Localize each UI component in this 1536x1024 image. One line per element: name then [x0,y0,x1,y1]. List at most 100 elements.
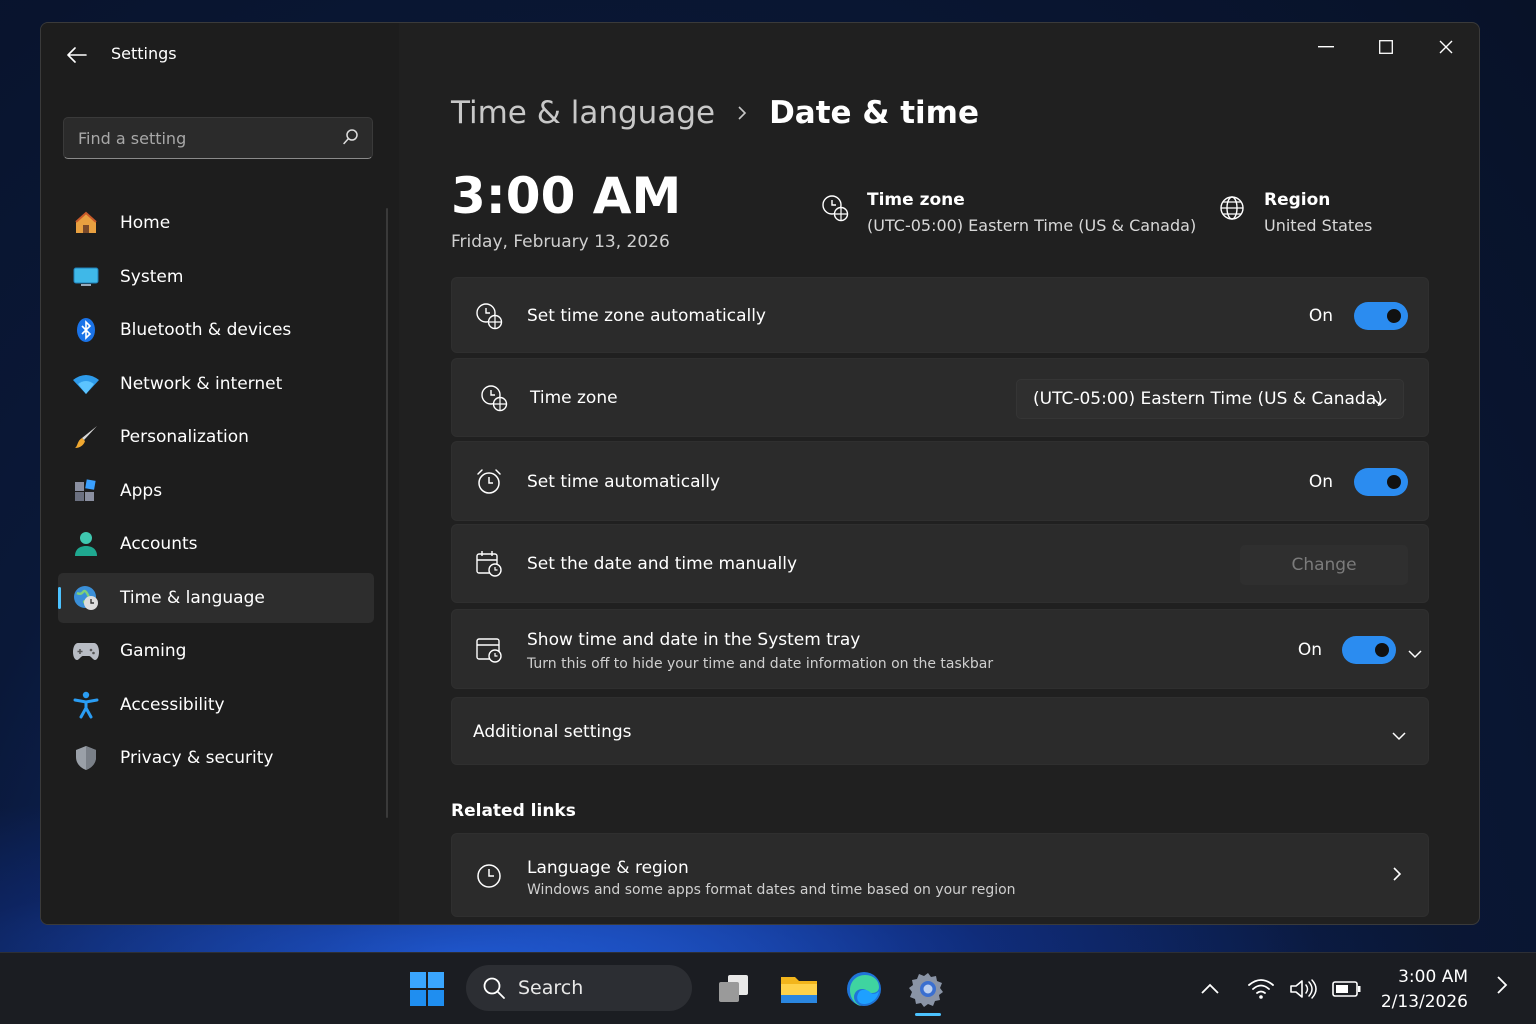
auto-timezone-card: Set time zone automatically On [451,277,1429,353]
app-title: Settings [111,44,177,63]
current-date: Friday, February 13, 2026 [451,232,670,252]
speaker-icon [1290,979,1317,999]
notification-button[interactable] [1496,975,1508,999]
region-summary: Region United States [1218,190,1372,235]
taskbar-clock[interactable]: 3:00 AM 2/13/2026 [1381,965,1468,1015]
timezone-auto-icon [474,301,504,331]
sidebar-item-accounts[interactable]: Accounts [58,519,374,569]
auto-time-card: Set time automatically On [451,441,1429,521]
battery-tray-button[interactable] [1332,975,1362,1003]
sidebar-item-label: Accessibility [120,694,225,715]
globe-icon [1218,194,1248,226]
search-box[interactable] [63,117,373,159]
system-icon [72,263,100,291]
chevron-down-icon[interactable] [1408,644,1422,663]
sidebar-item-label: Home [120,213,171,233]
wifi-tray-button[interactable] [1246,975,1276,1003]
timezone-summary-value: (UTC-05:00) Eastern Time (US & Canada) [867,216,1197,235]
timezone-card: Time zone (UTC-05:00) Eastern Time (US &… [451,358,1429,437]
manual-time-label: Set the date and time manually [527,554,798,574]
auto-time-toggle[interactable] [1354,468,1408,496]
timezone-summary: Time zone (UTC-05:00) Eastern Time (US &… [821,190,1196,235]
taskbar-search[interactable]: Search [466,965,692,1011]
tray-time-label: Show time and date in the System tray [527,630,861,650]
chevron-right-icon [1497,976,1508,994]
gamepad-icon [72,637,100,665]
home-icon [72,209,100,237]
chevron-down-icon [1373,392,1387,412]
settings-taskbar-button[interactable] [906,967,950,1011]
chevron-down-icon [1392,726,1406,745]
sidebar-scrollbar[interactable] [386,208,388,818]
related-links-title: Related links [451,801,576,821]
start-button[interactable] [405,967,449,1011]
taskbar-search-label: Search [518,977,584,999]
settings-window: Settings Home System [40,22,1480,925]
close-icon [1439,40,1453,54]
sidebar-item-bluetooth[interactable]: Bluetooth & devices [58,305,374,355]
sidebar-item-privacy[interactable]: Privacy & security [58,733,374,783]
timezone-summary-title: Time zone [867,190,965,210]
accessibility-icon [72,691,100,719]
manual-time-card: Set the date and time manually Change [451,524,1429,603]
sidebar-item-gaming[interactable]: Gaming [58,626,374,676]
auto-timezone-toggle[interactable] [1354,302,1408,330]
sidebar-item-network[interactable]: Network & internet [58,359,374,409]
taskbar-time: 3:00 AM [1398,967,1468,987]
sidebar-item-personalization[interactable]: Personalization [58,412,374,462]
breadcrumb: Time & language Date & time [451,95,979,131]
sidebar-item-label: Network & internet [120,373,283,394]
wifi-icon [72,370,100,398]
language-region-link[interactable]: Language & region Windows and some apps … [451,833,1429,917]
sidebar-item-apps[interactable]: Apps [58,466,374,516]
chevron-up-icon [1201,983,1219,994]
alarm-clock-icon [474,467,504,497]
additional-settings-label: Additional settings [473,722,632,742]
globe-clock-icon [72,584,100,612]
sidebar-item-label: Privacy & security [120,748,274,768]
file-explorer-button[interactable] [777,967,821,1011]
back-arrow-icon [67,47,87,63]
clock-icon [474,861,504,891]
volume-tray-button[interactable] [1288,975,1318,1003]
battery-icon [1332,981,1361,997]
tray-time-card[interactable]: Show time and date in the System tray Tu… [451,609,1429,689]
tray-overflow-button[interactable] [1195,975,1225,1003]
active-app-indicator [915,1013,941,1016]
sidebar-item-label: Apps [120,480,163,501]
timezone-dropdown-value: (UTC-05:00) Eastern Time (US & Canada) [1033,389,1383,409]
tray-time-state: On [1297,640,1322,660]
folder-icon [781,977,817,1003]
edge-browser-button[interactable] [842,967,886,1011]
timezone-icon [479,383,509,413]
additional-settings-card[interactable]: Additional settings [451,697,1429,765]
chevron-right-icon [737,105,747,121]
shield-icon [72,744,100,772]
auto-timezone-state: On [1308,306,1333,326]
language-region-description: Windows and some apps format dates and t… [527,882,1016,898]
timezone-dropdown[interactable]: (UTC-05:00) Eastern Time (US & Canada) [1016,379,1404,419]
auto-time-state: On [1308,472,1333,492]
sidebar-item-label: Bluetooth & devices [120,320,292,340]
tray-time-toggle[interactable] [1342,636,1396,664]
sidebar-item-label: Personalization [120,427,249,447]
taskbar: Search 3:00 AM 2/13/2026 [0,952,1536,1024]
task-view-button[interactable] [712,967,756,1011]
page-title: Date & time [769,95,979,131]
sidebar-item-time-language[interactable]: Time & language [58,572,374,623]
calendar-clock-icon [474,549,504,579]
tray-time-description: Turn this off to hide your time and date… [527,656,994,672]
breadcrumb-parent[interactable]: Time & language [451,95,715,131]
edge-icon [847,972,881,1006]
change-button[interactable]: Change [1240,545,1408,585]
sidebar-item-system[interactable]: System [58,252,374,302]
back-button[interactable] [63,41,91,69]
task-view-icon [719,975,748,1002]
search-input[interactable] [64,118,372,158]
auto-time-label: Set time automatically [527,472,721,492]
calendar-tray-icon [474,635,504,665]
region-summary-title: Region [1264,190,1331,210]
apps-icon [72,477,100,505]
sidebar-item-home[interactable]: Home [58,198,374,248]
sidebar-item-accessibility[interactable]: Accessibility [58,680,374,730]
